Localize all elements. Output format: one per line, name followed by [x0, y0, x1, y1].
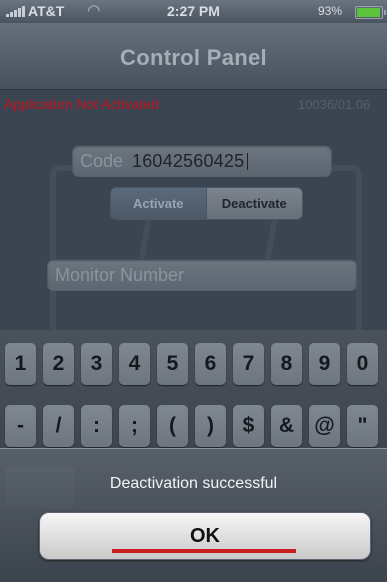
key-at[interactable]: @	[309, 405, 340, 447]
key-0[interactable]: 0	[347, 343, 378, 385]
status-bar: AT&T ◠ 2:27 PM 93%	[0, 0, 387, 23]
annotation-underline	[112, 549, 296, 553]
wifi-icon: ◠	[88, 2, 100, 19]
activate-segment[interactable]: Activate	[111, 188, 206, 219]
key-close-paren[interactable]: )	[195, 405, 226, 447]
code-value[interactable]: 16042560425	[132, 145, 244, 177]
key-colon[interactable]: :	[81, 405, 112, 447]
key-semicolon[interactable]: ;	[119, 405, 150, 447]
key-6[interactable]: 6	[195, 343, 226, 385]
keyboard-row-numbers: 1 2 3 4 5 6 7 8 9 0	[0, 343, 387, 385]
activation-status-text: Application Not Activated	[4, 96, 159, 112]
key-7[interactable]: 7	[233, 343, 264, 385]
battery-percentage: 93%	[318, 4, 343, 18]
status-time: 2:27 PM	[167, 3, 220, 19]
key-dollar[interactable]: $	[233, 405, 264, 447]
key-hyphen[interactable]: -	[5, 405, 36, 447]
key-ampersand[interactable]: &	[271, 405, 302, 447]
page-title: Control Panel	[120, 45, 267, 70]
battery-icon	[355, 6, 386, 19]
navigation-bar: Control Panel	[0, 23, 387, 90]
signal-strength-icon	[6, 5, 25, 17]
key-quote[interactable]: "	[347, 405, 378, 447]
key-1[interactable]: 1	[5, 343, 36, 385]
keyboard-row-symbols: - / : ; ( ) $ & @ "	[0, 405, 387, 447]
main-content: Application Not Activated 10036/01.06 Co…	[0, 90, 387, 330]
key-open-paren[interactable]: (	[157, 405, 188, 447]
key-3[interactable]: 3	[81, 343, 112, 385]
key-slash[interactable]: /	[43, 405, 74, 447]
alert-sheet: Deactivation successful OK	[0, 448, 387, 582]
deactivate-segment[interactable]: Deactivate	[205, 188, 302, 219]
key-8[interactable]: 8	[271, 343, 302, 385]
key-2[interactable]: 2	[43, 343, 74, 385]
text-caret	[247, 153, 248, 170]
code-field[interactable]: Code 16042560425	[72, 145, 332, 177]
alert-message: Deactivation successful	[109, 475, 278, 492]
carrier-name: AT&T	[28, 3, 65, 19]
activation-segmented-control[interactable]: Activate Deactivate	[110, 187, 303, 220]
code-label: Code	[80, 151, 124, 171]
key-5[interactable]: 5	[157, 343, 188, 385]
key-9[interactable]: 9	[309, 343, 340, 385]
monitor-number-field[interactable]: Monitor Number	[47, 259, 357, 291]
key-4[interactable]: 4	[119, 343, 150, 385]
version-text: 10036/01.06	[298, 97, 371, 112]
